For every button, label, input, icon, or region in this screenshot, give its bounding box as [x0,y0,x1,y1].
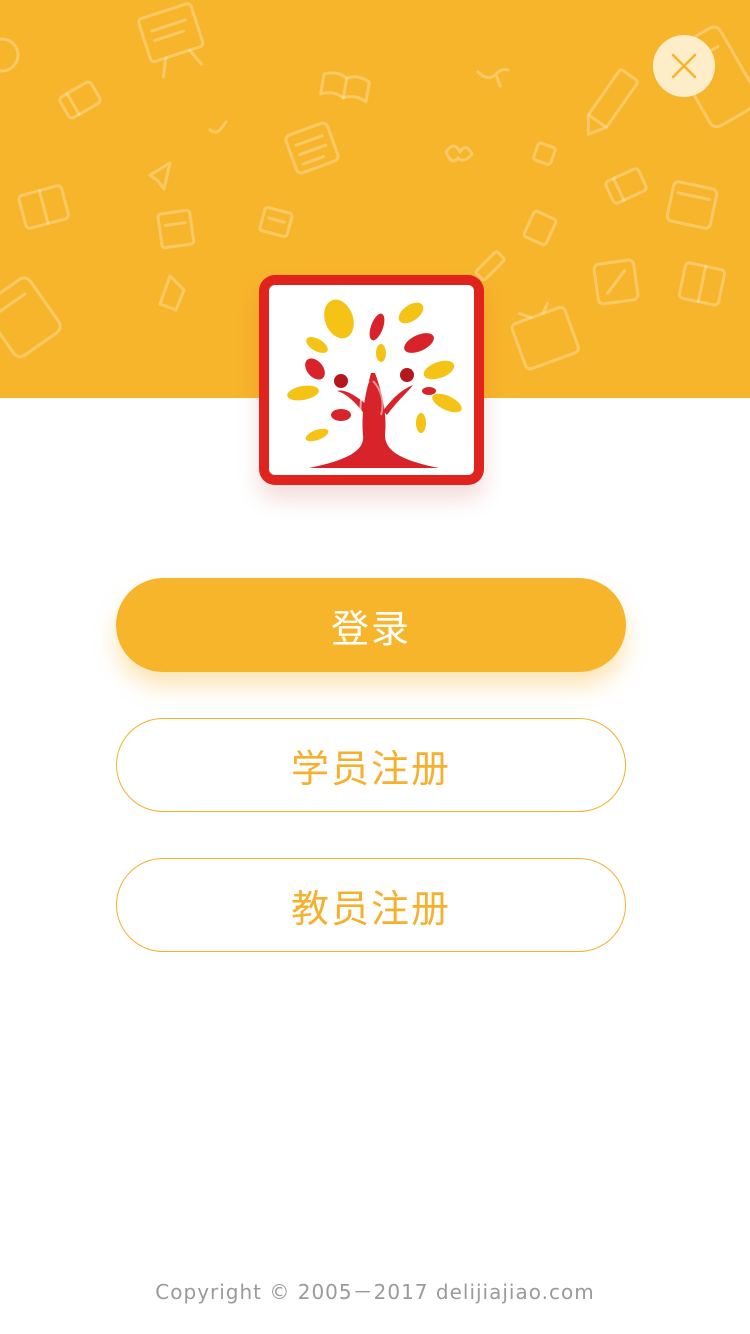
copyright-footer: Copyright © 2005－2017 delijiajiao.com [155,1280,595,1304]
student-register-button[interactable]: 学员注册 [116,718,626,812]
teacher-register-label: 教员注册 [290,886,451,931]
close-icon [671,53,697,79]
tree-people-logo-icon [287,299,462,468]
welcome-screen: 登录 学员注册 教员注册 Copyright © 2005－2017 delij… [0,0,750,1334]
student-register-label: 学员注册 [290,746,451,791]
login-button[interactable]: 登录 [116,578,626,672]
login-button-label: 登录 [330,606,411,651]
logo-canvas [269,285,474,475]
teacher-register-button[interactable]: 教员注册 [116,858,626,952]
close-button[interactable] [653,35,715,97]
app-logo [259,275,484,485]
